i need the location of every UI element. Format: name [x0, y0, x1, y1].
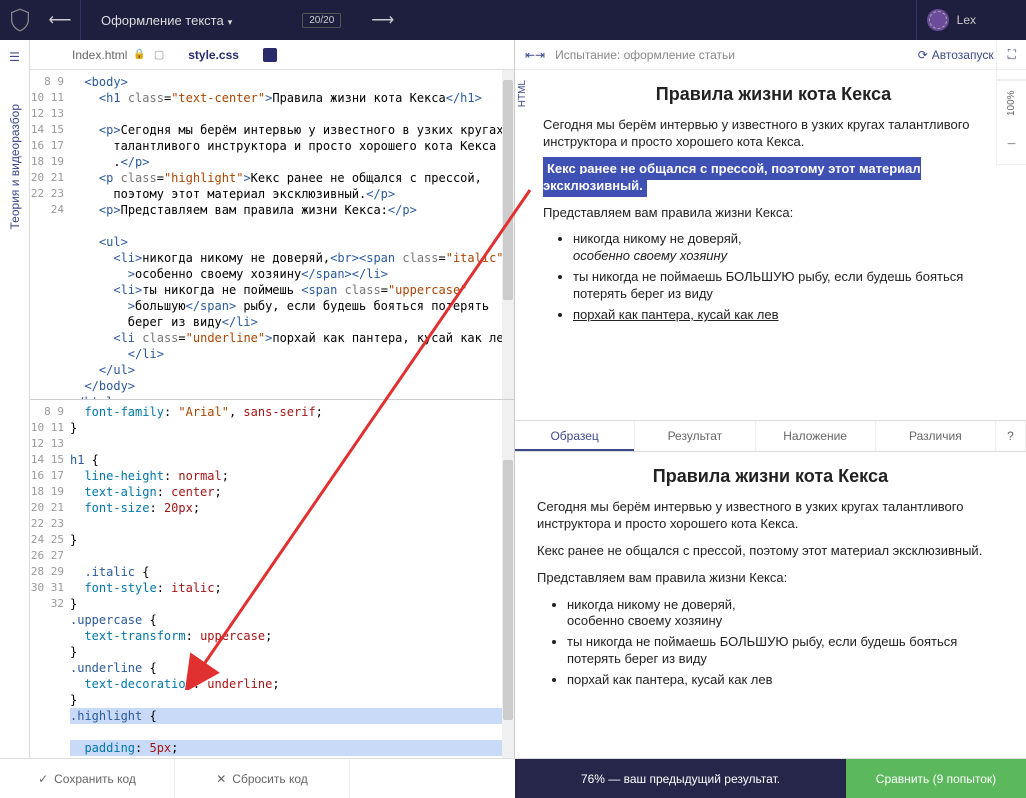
step-counter: 20/20 — [302, 13, 341, 28]
scrollbar[interactable] — [502, 70, 514, 399]
save-button[interactable]: ✓Сохранить код — [0, 759, 175, 798]
sample-rules-intro: Представляем вам правила жизни Кекса: — [537, 570, 1004, 587]
compare-tabs: Образец Результат Наложение Различия ? — [515, 420, 1026, 452]
ctab-help[interactable]: ? — [996, 421, 1026, 451]
square-icon: ▢ — [154, 48, 164, 61]
square-active-icon — [263, 48, 277, 62]
hamburger-icon[interactable]: ☰ — [9, 50, 20, 64]
topbar: ⟵ Оформление текста▾ 20/20 ⟶ Lex — [0, 0, 1026, 40]
list-item: ты никогда не поймаешь БОЛЬШУЮ рыбу, есл… — [573, 269, 1004, 303]
preview-result: HTML CSS Правила жизни кота Кекса Сегодн… — [515, 70, 1026, 420]
avatar — [927, 9, 949, 31]
list-item: никогда никому не доверяй,особенно своем… — [573, 231, 1004, 265]
preview-title: Правила жизни кота Кекса — [543, 84, 1004, 105]
compare-button[interactable]: Сравнить (9 попыток) — [846, 759, 1026, 798]
zoom-out[interactable]: − — [997, 125, 1026, 165]
challenge-label: Испытание: оформление статьи — [555, 48, 735, 62]
lock-icon: 🔒 — [133, 49, 145, 60]
preview-intro: Сегодня мы берём интервью у известного в… — [543, 117, 1004, 151]
css-editor[interactable]: 8 9 10 11 12 13 14 15 16 17 18 19 20 21 … — [30, 400, 514, 758]
ctab-result[interactable]: Результат — [635, 421, 755, 451]
list-item: порхай как пантера, кусай как лев — [573, 307, 1004, 324]
scrollbar[interactable] — [502, 400, 514, 758]
nav-next[interactable]: ⟶ — [371, 10, 394, 30]
progress-bar: 76% — ваш предыдущий результат. — [515, 759, 846, 798]
zoom-in[interactable]: − — [997, 40, 1026, 80]
sample-list: никогда никому не доверяй,особенно своем… — [567, 597, 1004, 689]
list-item: никогда никому не доверяй,особенно своем… — [567, 597, 1004, 631]
preview-rules-intro: Представляем вам правила жизни Кекса: — [543, 205, 1004, 222]
shield-icon — [10, 8, 30, 32]
preview-list: никогда никому не доверяй,особенно своем… — [573, 231, 1004, 323]
html-editor[interactable]: 8 9 10 11 12 13 14 15 16 17 18 19 20 21 … — [30, 70, 514, 400]
logo[interactable] — [0, 0, 40, 40]
sample-title: Правила жизни кота Кекса — [537, 466, 1004, 487]
user-name: Lex — [957, 13, 976, 27]
tab-index-html[interactable]: Index.html🔒▢ — [60, 40, 176, 69]
preview-highlight: Кекс ранее не общался с прессой, поэтому… — [543, 157, 921, 197]
close-icon: ✕ — [216, 772, 226, 786]
check-icon: ✓ — [38, 772, 48, 786]
user-menu[interactable]: Lex — [916, 0, 1026, 40]
sidebar-left: ☰ Теория и видеоразбор — [0, 40, 30, 758]
sample-intro: Сегодня мы берём интервью у известного в… — [537, 499, 1004, 533]
ctab-overlay[interactable]: Наложение — [756, 421, 876, 451]
file-tabs: Index.html🔒▢ style.css — [30, 40, 514, 70]
ctab-sample[interactable]: Образец — [515, 421, 635, 451]
page-title[interactable]: Оформление текста▾ — [81, 13, 252, 28]
list-item: ты никогда не поймаешь БОЛЬШУЮ рыбу, есл… — [567, 634, 1004, 668]
preview-header: ⇤⇥ Испытание: оформление статьи ⟳Автозап… — [515, 40, 1026, 70]
editor-panel: Index.html🔒▢ style.css 8 9 10 11 12 13 1… — [30, 40, 515, 758]
right-panel: ⇤⇥ Испытание: оформление статьи ⟳Автозап… — [515, 40, 1026, 758]
chevron-down-icon: ▾ — [228, 17, 233, 27]
footer: ✓Сохранить код ✕Сбросить код 76% — ваш п… — [0, 758, 1026, 798]
refresh-icon: ⟳ — [918, 48, 928, 62]
sample-highlight: Кекс ранее не общался с прессой, поэтому… — [537, 543, 1004, 560]
compare-sample: Правила жизни кота Кекса Сегодня мы берё… — [515, 452, 1026, 758]
html-badge[interactable]: HTML — [515, 76, 530, 111]
autorun-toggle[interactable]: ⟳Автозапуск — [918, 48, 994, 62]
ctab-diff[interactable]: Различия — [876, 421, 996, 451]
zoom-value: 100% — [997, 80, 1026, 125]
theory-label[interactable]: Теория и видеоразбор — [8, 104, 22, 229]
split-icon[interactable]: ⇤⇥ — [525, 48, 545, 62]
reset-button[interactable]: ✕Сбросить код — [175, 759, 350, 798]
list-item: порхай как пантера, кусай как лев — [567, 672, 1004, 689]
nav-prev[interactable]: ⟵ — [40, 10, 80, 30]
zoom-panel: − 100% − — [996, 40, 1026, 165]
tab-style-css[interactable]: style.css — [176, 40, 289, 69]
